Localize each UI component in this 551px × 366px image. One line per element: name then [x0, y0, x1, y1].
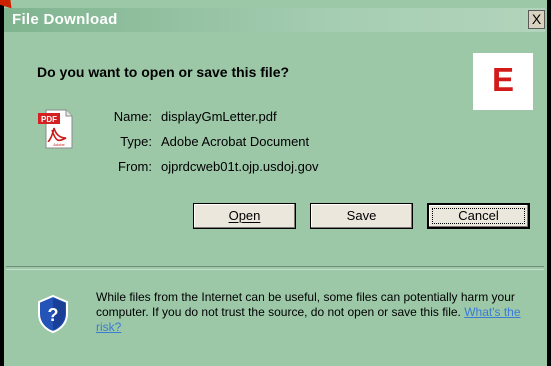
file-download-dialog: File Download X Do you want to open or s…: [0, 0, 551, 366]
save-button-label: Save: [346, 208, 377, 223]
close-button[interactable]: X: [528, 10, 545, 29]
type-value: Adobe Acrobat Document: [161, 134, 310, 149]
title-bar[interactable]: File Download X: [4, 8, 545, 32]
cancel-button-label: Cancel: [458, 208, 499, 223]
warning-text: While files from the Internet can be use…: [96, 290, 515, 319]
cancel-button[interactable]: Cancel: [427, 203, 530, 229]
pdf-file-icon: PDF Adobe: [38, 109, 73, 149]
svg-text:Adobe: Adobe: [53, 142, 65, 147]
open-button[interactable]: Open: [193, 203, 296, 229]
overlay-letter: E: [491, 61, 514, 98]
svg-text:?: ?: [48, 305, 59, 325]
open-button-label: Open: [228, 208, 261, 223]
overlay-label-box: E: [473, 53, 533, 110]
shield-question-icon: ?: [38, 294, 68, 334]
type-label: Type:: [120, 134, 152, 149]
window-border: [0, 0, 4, 366]
from-value: ojprdcweb01t.ojp.usdoj.gov: [161, 159, 319, 174]
separator: [6, 266, 544, 270]
svg-text:PDF: PDF: [41, 115, 57, 124]
save-button[interactable]: Save: [310, 203, 413, 229]
window-title: File Download: [12, 11, 118, 28]
name-value: displayGmLetter.pdf: [161, 109, 277, 124]
from-label: From:: [118, 159, 152, 174]
name-label: Name:: [113, 109, 152, 124]
dialog-question: Do you want to open or save this file?: [37, 64, 290, 80]
security-warning: While files from the Internet can be use…: [96, 290, 536, 335]
